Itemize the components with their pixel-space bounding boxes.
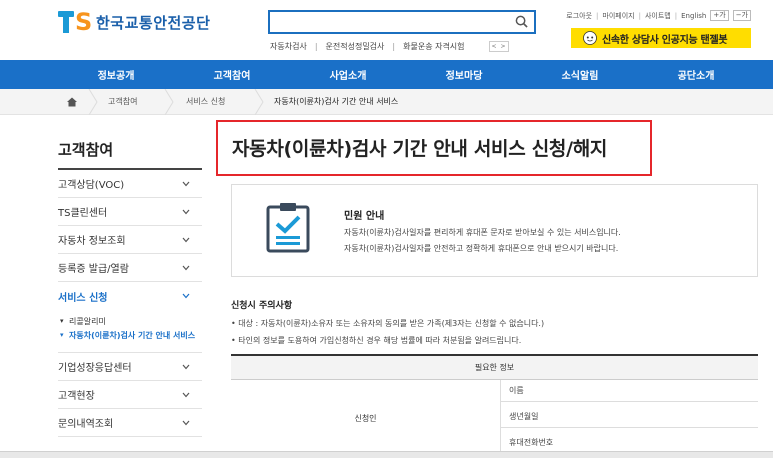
search-input[interactable] — [270, 12, 500, 32]
chevron-down-icon — [182, 293, 190, 299]
nav-item-info-plaza[interactable]: 정보마당 — [406, 60, 522, 89]
info-line: 자동차(이륜차)검사일자를 안전하고 정확하게 휴대폰으로 안내 받으시기 바랍… — [344, 244, 619, 253]
nav-item-news[interactable]: 소식알림 — [522, 60, 638, 89]
breadcrumb-item[interactable]: 서비스 신청 — [186, 89, 225, 115]
sidebar-item-service-request[interactable]: 서비스 신청 — [58, 282, 202, 310]
notice-title: 신청시 주의사항 — [231, 301, 293, 311]
sub-bullet: ▾ — [60, 317, 64, 325]
site-logo[interactable]: S 한국교통안전공단 — [58, 10, 210, 34]
info-line: 자동차(이륜차)검사일자를 편리하게 휴대폰 문자로 받아보실 수 있는 서비스… — [344, 228, 621, 237]
sidebar-item-certificate[interactable]: 등록증 발급/열람 — [58, 254, 202, 282]
chevron-down-icon — [182, 392, 190, 397]
breadcrumb-current[interactable]: 자동차(이륜차)검사 기간 안내 서비스 — [274, 89, 398, 115]
chevron-down-icon — [182, 237, 190, 242]
nav-item-business[interactable]: 사업소개 — [290, 60, 406, 89]
sidebar-item-label: 등록증 발급/열람 — [58, 264, 129, 275]
sidebar-title: 고객참여 — [58, 140, 202, 170]
main-nav: 정보공개 고객참여 사업소개 정보마당 소식알림 공단소개 — [0, 60, 773, 89]
chevron-down-icon — [182, 181, 190, 186]
notice-line: • 타인의 정보를 도용하여 가입신청하신 경우 해당 법률에 따라 처분됨을 … — [231, 336, 522, 345]
chevron-down-icon — [182, 420, 190, 425]
sidebar-subitem-label: 자동차(이륜차)검사 기간 안내 서비스 — [69, 331, 196, 340]
sidebar-item-label: 고객현장 — [58, 391, 95, 402]
info-heading: 민원 안내 — [344, 211, 385, 222]
sidebar-item-inquiry-history[interactable]: 문의내역조회 — [58, 409, 202, 437]
sidebar-item-label: 서비스 신청 — [58, 292, 108, 304]
site-header: S 한국교통안전공단 자동차검사 | 운전적성정밀검사 | 화물운송 자격시험 … — [0, 0, 773, 60]
keyword-next-button[interactable]: > — [499, 42, 508, 51]
english-link[interactable]: English — [681, 12, 706, 20]
keyword-link[interactable]: 운전적성정밀검사 — [326, 41, 385, 52]
sitemap-link[interactable]: 사이트맵 — [645, 11, 671, 21]
sidebar-subitem-inspection-alert[interactable]: ▾ 자동차(이륜차)검사 기간 안내 서비스 — [60, 330, 202, 344]
required-info-table: 필요한 정보 신청인 이름 생년월일 휴대전화번호 — [231, 354, 758, 458]
chevron-down-icon — [182, 265, 190, 270]
sidebar-item-label: 고객상담(VOC) — [58, 180, 125, 191]
keyword-prev-button[interactable]: < — [490, 42, 499, 51]
page-title-highlight: 자동차(이륜차)검사 기간 안내 서비스 신청/해지 — [216, 120, 652, 176]
utility-links: 로그아웃 | 마이페이지 | 사이트맵 | English +가 −가 — [566, 10, 751, 21]
table-cell: 생년월일 — [501, 406, 758, 428]
keyword-link[interactable]: 자동차검사 — [270, 41, 307, 52]
logo-letter: S — [75, 8, 93, 36]
sub-bullet: ▾ — [60, 331, 64, 339]
nav-item-info-disclosure[interactable]: 정보공개 — [58, 60, 174, 89]
chevron-down-icon — [182, 209, 190, 214]
sidebar-item-customer-site[interactable]: 고객현장 — [58, 381, 202, 409]
sidebar-item-growth-center[interactable]: 기업성장응답센터 — [58, 353, 202, 381]
mypage-link[interactable]: 마이페이지 — [602, 11, 634, 21]
chatbot-icon — [583, 31, 597, 45]
sidebar-subitem-label: 리콜알리미 — [69, 317, 106, 326]
breadcrumb: 고객참여 서비스 신청 자동차(이륜차)검사 기간 안내 서비스 — [0, 89, 773, 115]
keyword-pager: < > — [488, 41, 509, 52]
sidebar-item-label: TS클린센터 — [58, 208, 108, 219]
home-icon[interactable] — [66, 96, 78, 108]
sidebar-item-label: 자동차 정보조회 — [58, 236, 126, 247]
keyword-link[interactable]: 화물운송 자격시험 — [403, 41, 464, 52]
sidebar-item-label: 기업성장응답센터 — [58, 363, 132, 374]
logo-text: 한국교통안전공단 — [96, 13, 211, 32]
sidebar: 고객참여 고객상담(VOC) TS클린센터 자동차 정보조회 등록증 발급/열람… — [58, 140, 202, 437]
document-check-icon — [266, 203, 310, 253]
chatbot-banner[interactable]: 신속한 상담사 인공지능 탠젤봇 — [571, 28, 751, 48]
ts-logo-mark: S — [58, 8, 93, 36]
popular-keywords: 자동차검사 | 운전적성정밀검사 | 화물운송 자격시험 < > — [270, 41, 509, 52]
table-body: 신청인 이름 생년월일 휴대전화번호 — [231, 380, 758, 458]
chatbot-label: 신속한 상담사 인공지능 탠젤봇 — [602, 34, 728, 46]
table-row-label: 신청인 — [231, 380, 501, 458]
page-title: 자동차(이륜차)검사 기간 안내 서비스 신청/해지 — [232, 138, 608, 160]
chevron-down-icon — [182, 364, 190, 369]
search-box — [268, 10, 536, 34]
sidebar-subitem-recall[interactable]: ▾ 리콜알리미 — [60, 316, 202, 330]
table-cell: 이름 — [501, 380, 758, 402]
sidebar-item-vehicle-info[interactable]: 자동차 정보조회 — [58, 226, 202, 254]
logout-link[interactable]: 로그아웃 — [566, 11, 592, 21]
sidebar-item-label: 문의내역조회 — [58, 419, 114, 430]
zoom-in-button[interactable]: +가 — [710, 10, 729, 21]
sidebar-item-voc[interactable]: 고객상담(VOC) — [58, 170, 202, 198]
search-icon[interactable] — [515, 15, 528, 28]
table-header: 필요한 정보 — [231, 354, 758, 380]
sidebar-sublist: ▾ 리콜알리미 ▾ 자동차(이륜차)검사 기간 안내 서비스 — [58, 310, 202, 353]
horizontal-scrollbar[interactable] — [0, 451, 773, 458]
notice-line: • 대상 : 자동차(이륜차)소유자 또는 소유자의 동의를 받은 가족(제3자… — [231, 319, 545, 328]
nav-item-about[interactable]: 공단소개 — [638, 60, 754, 89]
zoom-out-button[interactable]: −가 — [732, 10, 751, 21]
info-box: 민원 안내 자동차(이륜차)검사일자를 편리하게 휴대폰 문자로 받아보실 수 … — [231, 184, 758, 277]
sidebar-item-clean-center[interactable]: TS클린센터 — [58, 198, 202, 226]
breadcrumb-item[interactable]: 고객참여 — [108, 89, 137, 115]
nav-item-customer[interactable]: 고객참여 — [174, 60, 290, 89]
